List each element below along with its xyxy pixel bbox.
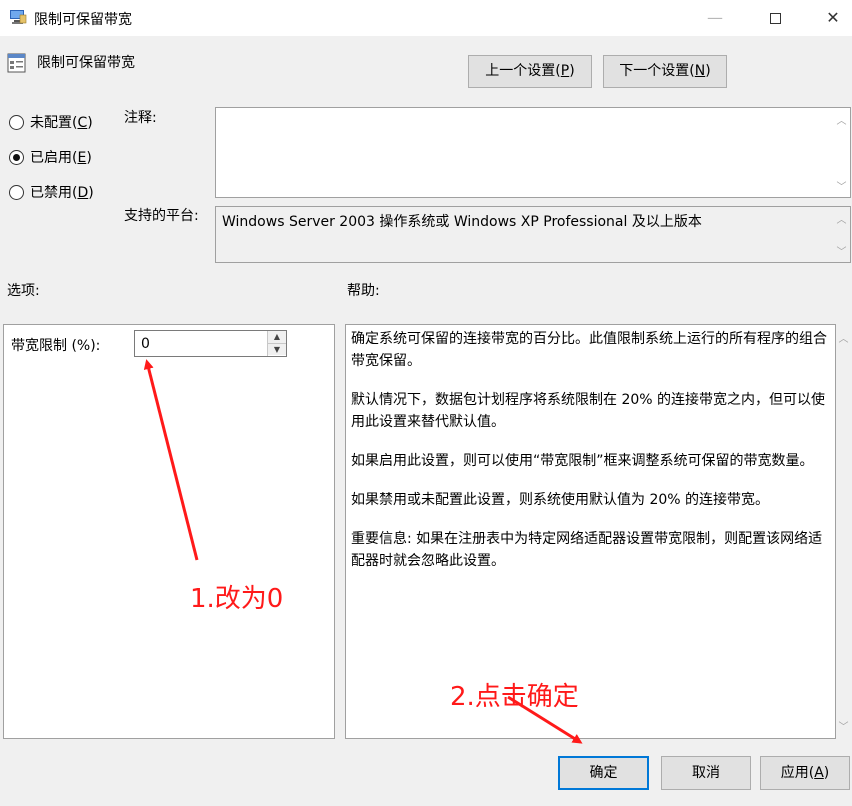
ok-button[interactable]: 确定	[558, 756, 649, 790]
policy-setting-icon	[7, 53, 26, 73]
title-bar: 限制可保留带宽 — ✕	[0, 0, 852, 36]
comment-scrollbar[interactable]: ︿ ﹀	[833, 108, 850, 197]
bandwidth-limit-stepper[interactable]: ▲ ▼	[134, 330, 287, 357]
radio-circle[interactable]	[9, 184, 24, 200]
platform-value: Windows Server 2003 操作系统或 Windows XP Pro…	[222, 214, 702, 230]
spin-down-icon[interactable]: ▼	[268, 343, 286, 355]
minimize-button[interactable]: —	[692, 0, 738, 36]
spin-buttons[interactable]: ▲ ▼	[267, 331, 286, 356]
scroll-down-icon[interactable]: ﹀	[833, 178, 850, 193]
platform-field: Windows Server 2003 操作系统或 Windows XP Pro…	[215, 206, 851, 263]
help-paragraph: 重要信息: 如果在注册表中为特定网络适配器设置带宽限制，则配置该网络适配器时就会…	[351, 531, 823, 569]
radio-circle-checked[interactable]	[9, 149, 24, 165]
help-paragraph: 默认情况下，数据包计划程序将系统限制在 20% 的连接带宽之内，但可以使用此设置…	[351, 392, 826, 430]
scroll-down-icon[interactable]: ﹀	[833, 243, 850, 258]
radio-circle[interactable]	[9, 114, 24, 130]
annotation-step2: 2.点击确定	[450, 682, 579, 712]
options-panel: 带宽限制 (%): ▲ ▼	[3, 324, 335, 739]
radio-label: 未配置(C)	[30, 115, 93, 131]
bandwidth-limit-input[interactable]	[135, 331, 267, 356]
help-paragraph: 确定系统可保留的连接带宽的百分比。此值限制系统上运行的所有程序的组合带宽保留。	[351, 331, 827, 369]
help-paragraph: 如果启用此设置，则可以使用“带宽限制”框来调整系统可保留的带宽数量。	[351, 453, 814, 469]
radio-not-configured[interactable]: 未配置(C)	[9, 112, 93, 132]
cancel-button[interactable]: 取消	[661, 756, 751, 790]
maximize-icon	[769, 13, 781, 24]
comment-textarea[interactable]: ︿ ﹀	[215, 107, 851, 198]
annotation-step1: 1.改为0	[190, 584, 284, 614]
options-label: 选项:	[7, 283, 40, 299]
help-scrollbar[interactable]: ︿ ﹀	[836, 324, 851, 739]
policy-window-icon	[10, 10, 27, 24]
radio-enabled[interactable]: 已启用(E)	[9, 147, 92, 167]
help-text-panel: 确定系统可保留的连接带宽的百分比。此值限制系统上运行的所有程序的组合带宽保留。 …	[345, 324, 836, 739]
scroll-up-icon[interactable]: ︿	[833, 112, 850, 127]
close-button[interactable]: ✕	[810, 0, 852, 36]
window-title: 限制可保留带宽	[34, 12, 132, 28]
previous-setting-button[interactable]: 上一个设置(P)	[468, 55, 592, 88]
comment-label: 注释:	[124, 110, 157, 126]
next-setting-button[interactable]: 下一个设置(N)	[603, 55, 727, 88]
scroll-up-icon[interactable]: ︿	[833, 211, 850, 226]
platform-scrollbar[interactable]: ︿ ﹀	[833, 207, 850, 262]
bandwidth-limit-label: 带宽限制 (%):	[11, 338, 101, 354]
spin-up-icon[interactable]: ▲	[268, 331, 286, 343]
platform-label: 支持的平台:	[124, 208, 199, 224]
apply-button[interactable]: 应用(A)	[760, 756, 850, 790]
maximize-button[interactable]	[752, 0, 798, 36]
radio-disabled[interactable]: 已禁用(D)	[9, 182, 94, 202]
scroll-down-icon[interactable]: ﹀	[836, 718, 851, 733]
setting-title: 限制可保留带宽	[37, 55, 135, 71]
help-label: 帮助:	[347, 283, 380, 299]
radio-label: 已启用(E)	[30, 150, 92, 166]
radio-label: 已禁用(D)	[30, 185, 94, 201]
help-paragraph: 如果禁用或未配置此设置，则系统使用默认值为 20% 的连接带宽。	[351, 492, 770, 508]
scroll-up-icon[interactable]: ︿	[836, 330, 851, 345]
